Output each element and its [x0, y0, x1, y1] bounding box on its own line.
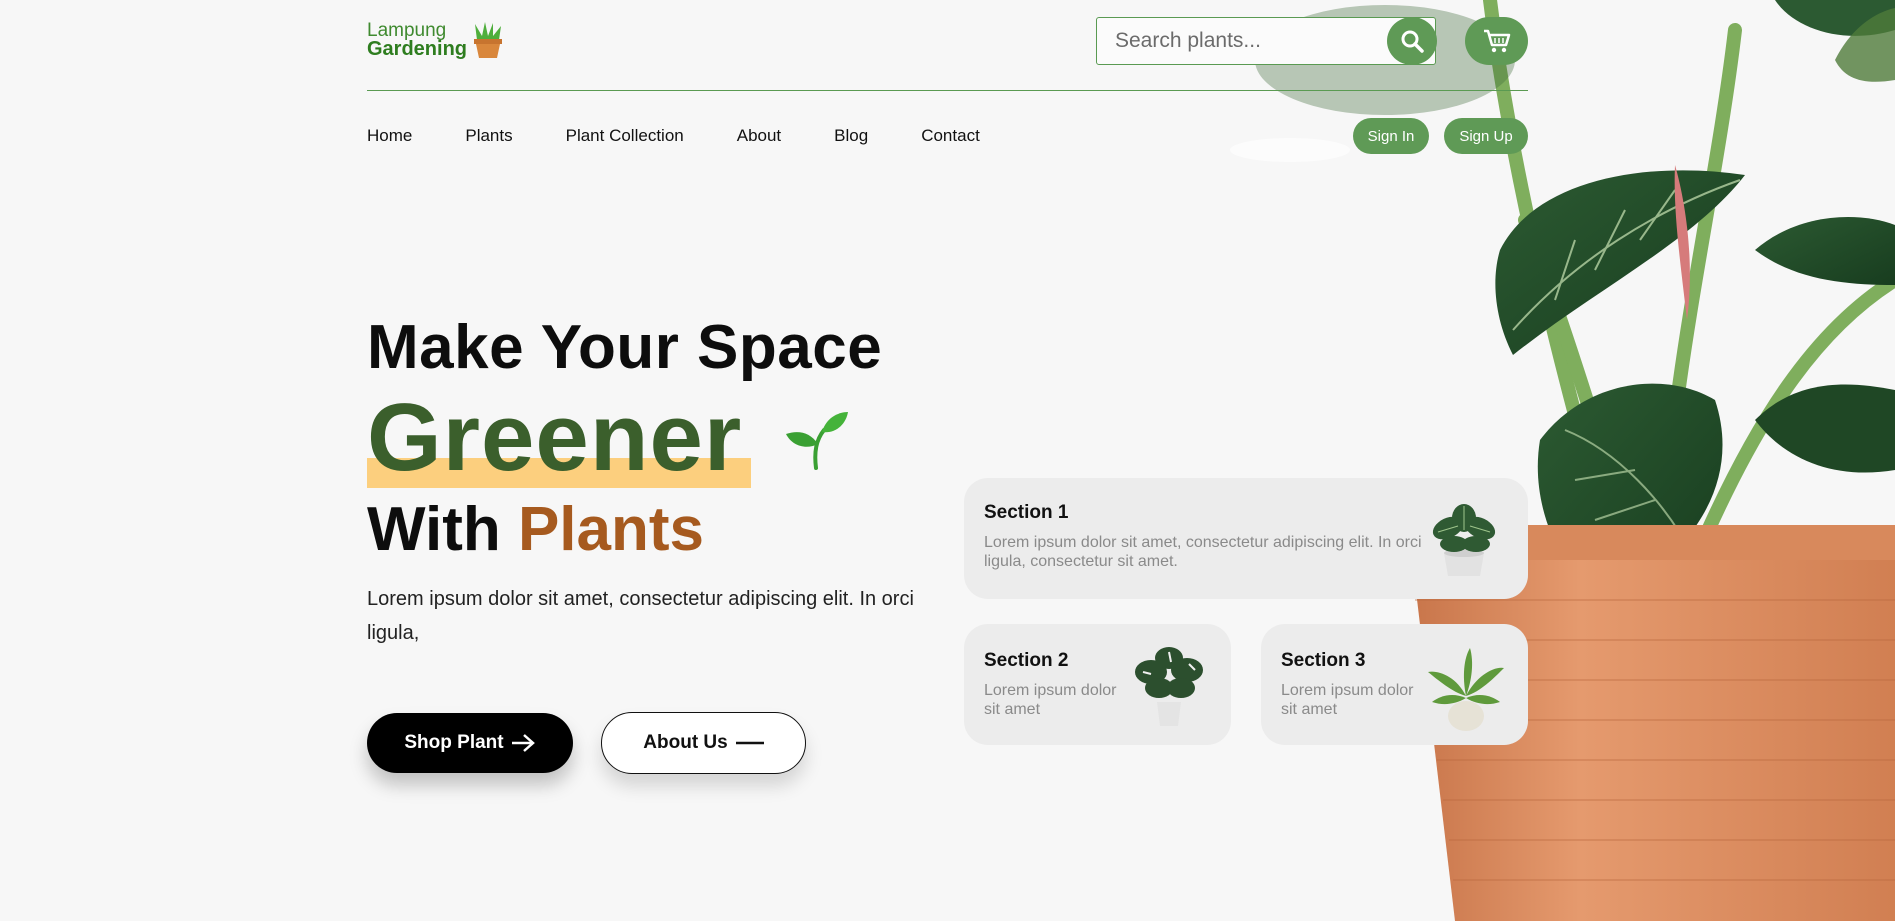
potted-plant-image [1432, 504, 1496, 576]
sign-up-button[interactable]: Sign Up [1444, 118, 1528, 154]
nav-home[interactable]: Home [367, 126, 412, 146]
arrow-right-icon [511, 734, 535, 752]
main-nav: Home Plants Plant Collection About Blog … [367, 126, 1033, 146]
dash-icon [735, 741, 764, 745]
brand-logo[interactable]: Lampung Gardening [367, 20, 505, 60]
search-input[interactable] [1097, 18, 1387, 64]
nav-about[interactable]: About [737, 126, 781, 146]
search-bar [1096, 17, 1437, 65]
section-title: Section 1 [984, 502, 1069, 523]
section-description: Lorem ipsum dolor sit amet [984, 682, 1117, 718]
search-icon [1401, 30, 1424, 53]
site-header: Lampung Gardening [367, 0, 1528, 91]
section-card-2[interactable]: Section 2 Lorem ipsum dolor sit amet [964, 624, 1231, 745]
nav-plant-collection[interactable]: Plant Collection [566, 126, 684, 146]
sprout-icon [786, 412, 848, 470]
about-us-button[interactable]: About Us [601, 712, 806, 774]
hero-heading-greener: Greener [367, 384, 743, 491]
nav-plants[interactable]: Plants [465, 126, 512, 146]
section-card-1[interactable]: Section 1 Lorem ipsum dolor sit amet, co… [964, 478, 1528, 599]
hero-description: Lorem ipsum dolor sit amet, consectetur … [367, 588, 914, 644]
hero-heading-line3: With Plants [367, 494, 704, 565]
nav-blog[interactable]: Blog [834, 126, 868, 146]
hero-plant-image [1230, 0, 1895, 921]
sign-in-button[interactable]: Sign In [1353, 118, 1429, 154]
potted-plant-image [1135, 647, 1203, 726]
section-title: Section 2 [984, 650, 1069, 671]
nav-contact[interactable]: Contact [921, 126, 980, 146]
potted-plant-icon [474, 22, 503, 58]
hero-heading-plants: Plants [517, 495, 705, 564]
section-description: Lorem ipsum dolor sit amet, consectetur … [984, 534, 1422, 570]
shop-plant-button[interactable]: Shop Plant [367, 713, 573, 773]
cart-icon [1483, 29, 1510, 53]
search-button[interactable] [1387, 17, 1437, 65]
hero-heading-line2: Greener [367, 384, 751, 491]
section-description: Lorem ipsum dolor sit amet [1281, 682, 1414, 718]
potted-plant-image [1428, 648, 1504, 731]
hero-heading-with: With [367, 495, 501, 564]
cart-button[interactable] [1465, 17, 1528, 65]
hero-heading-line1: Make Your Space [367, 313, 883, 382]
about-us-label: About Us [643, 732, 728, 753]
section-card-3[interactable]: Section 3 Lorem ipsum dolor sit amet [1261, 624, 1528, 745]
shop-plant-label: Shop Plant [404, 732, 504, 753]
brand-name-line2: Gardening [367, 38, 468, 60]
section-title: Section 3 [1281, 650, 1366, 671]
